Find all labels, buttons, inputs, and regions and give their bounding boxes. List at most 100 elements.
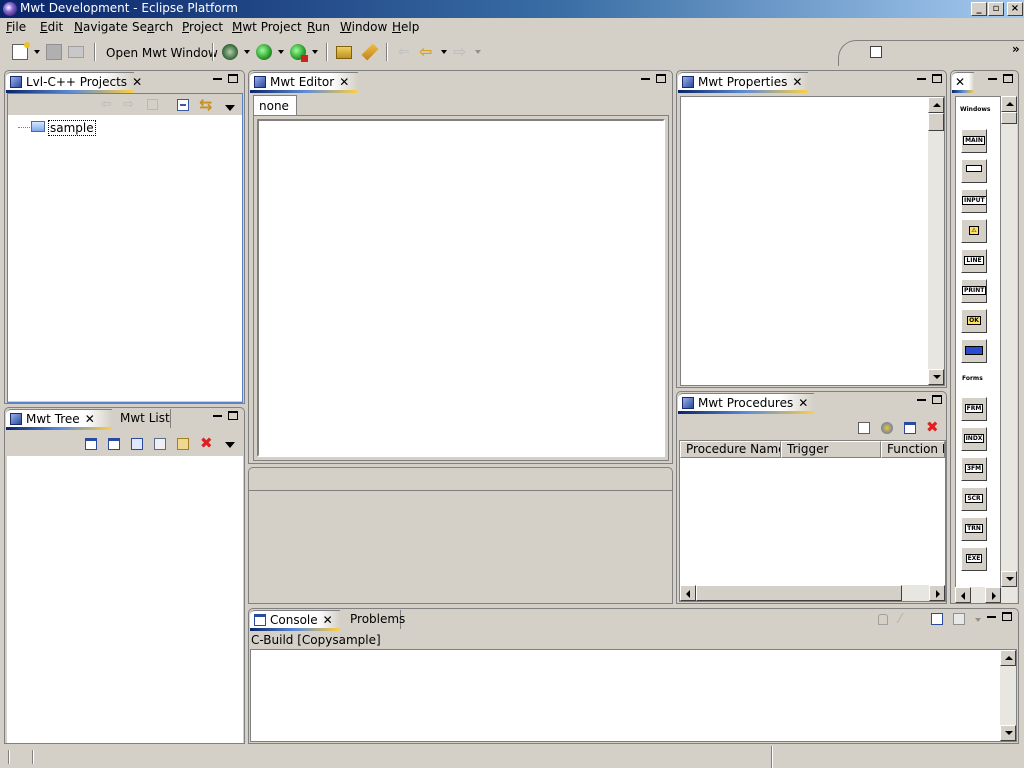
toolbar-overflow-icon[interactable]: »	[1012, 42, 1020, 56]
palette-item-scr[interactable]: SCR	[961, 487, 987, 511]
scroll-up-button[interactable]	[1000, 650, 1016, 666]
restore-window-button[interactable]: ▫	[988, 2, 1004, 16]
delete-icon[interactable]: ✖	[200, 434, 213, 452]
palette-item-main[interactable]: MAIN	[961, 129, 987, 153]
editor-canvas[interactable]	[257, 119, 665, 457]
scroll-right-button[interactable]	[929, 585, 945, 601]
close-tab-icon[interactable]: ✕	[323, 613, 333, 627]
nav-forward-icon[interactable]: ⇨	[123, 97, 134, 112]
editor-inner-tab-none[interactable]: none	[253, 95, 297, 116]
minimize-view-icon[interactable]	[988, 78, 997, 80]
tab-mwt-tree[interactable]: Mwt Tree ✕	[6, 409, 112, 430]
close-tab-icon[interactable]: ✕	[85, 412, 95, 426]
menu-search[interactable]: Search	[132, 20, 173, 34]
palette-item-bar[interactable]: BAR	[961, 339, 987, 363]
run-icon[interactable]	[256, 44, 272, 60]
properties-scrollbar[interactable]	[928, 97, 944, 385]
maximize-view-icon[interactable]	[1003, 74, 1013, 83]
palette-item-3fm[interactable]: 3FM	[961, 457, 987, 481]
column-function-name[interactable]: Function Na	[881, 441, 945, 458]
collapse-all-icon[interactable]	[177, 99, 189, 111]
minimize-view-icon[interactable]	[917, 78, 926, 80]
new-dropdown-icon[interactable]	[34, 50, 40, 54]
minimize-view-icon[interactable]	[213, 78, 222, 80]
palette-item-warning[interactable]: ⚠	[961, 219, 987, 243]
display-console-icon[interactable]	[953, 613, 965, 625]
tab-projects[interactable]: Lvl-C++ Projects ✕	[6, 72, 142, 93]
menu-navigate[interactable]: Navigate	[74, 20, 128, 34]
maximize-view-icon[interactable]	[228, 411, 238, 420]
nav-up-icon[interactable]	[147, 99, 158, 110]
console-output[interactable]	[250, 649, 1017, 742]
palette-item-frm[interactable]: FRM	[961, 397, 987, 421]
new-window-icon[interactable]	[85, 438, 97, 450]
close-tab-icon[interactable]: ✕	[339, 75, 349, 89]
maximize-view-icon[interactable]	[1002, 612, 1012, 621]
new-form-icon[interactable]	[108, 438, 120, 450]
palette-item-print[interactable]: PRINT	[961, 279, 987, 303]
close-tab-icon[interactable]: ✕	[955, 75, 965, 89]
palette-hscrollbar[interactable]	[955, 587, 1017, 603]
procedures-hscrollbar[interactable]	[680, 585, 945, 601]
console-dropdown-icon[interactable]	[975, 618, 981, 622]
delete-procedure-icon[interactable]: ✖	[926, 418, 939, 436]
column-procedure-name[interactable]: Procedure Name	[680, 441, 781, 458]
palette-item-exe[interactable]: EXE	[961, 547, 987, 571]
new-procedure-icon[interactable]	[858, 422, 870, 434]
hscroll-thumb[interactable]	[696, 585, 902, 601]
scroll-thumb[interactable]	[928, 113, 944, 131]
tab-mwt-editor[interactable]: Mwt Editor ✕	[250, 72, 358, 93]
run-dropdown-icon[interactable]	[278, 50, 284, 54]
close-tab-icon[interactable]: ✕	[798, 396, 808, 410]
scroll-left-button[interactable]	[955, 587, 971, 603]
maximize-view-icon[interactable]	[228, 74, 238, 83]
minimize-window-button[interactable]: _	[971, 2, 987, 16]
scroll-down-button[interactable]	[1001, 571, 1017, 587]
clear-console-icon[interactable]: ⁄	[899, 612, 901, 627]
palette-item-blank[interactable]	[961, 159, 987, 183]
tree-structure-icon[interactable]	[131, 438, 143, 450]
menu-file[interactable]: File	[6, 20, 26, 34]
pen-icon[interactable]	[361, 43, 379, 61]
scroll-left-button[interactable]	[680, 585, 696, 601]
menu-edit[interactable]: Edit	[40, 20, 63, 34]
scroll-thumb[interactable]	[1001, 112, 1017, 124]
scroll-right-button[interactable]	[985, 587, 1001, 603]
minimize-view-icon[interactable]	[917, 399, 926, 401]
minimize-view-icon[interactable]	[641, 78, 650, 80]
forward-arrow-icon[interactable]: ⇨	[453, 42, 466, 61]
close-tab-icon[interactable]: ✕	[132, 75, 142, 89]
tab-mwt-procedures[interactable]: Mwt Procedures ✕	[678, 393, 814, 414]
back-dropdown-icon[interactable]	[441, 50, 447, 54]
back-arrow-icon[interactable]: ⇦	[419, 42, 432, 61]
view-menu-icon[interactable]	[225, 105, 235, 111]
save-icon[interactable]	[46, 44, 62, 60]
palette-item-line[interactable]: LINE	[961, 249, 987, 273]
tab-mwt-list[interactable]: Mwt List	[115, 409, 171, 428]
menu-help[interactable]: Help	[392, 20, 419, 34]
tab-mwt-properties[interactable]: Mwt Properties ✕	[678, 72, 808, 93]
open-procedure-icon[interactable]	[904, 422, 916, 434]
console-scrollbar[interactable]	[1000, 650, 1016, 741]
forward-dropdown-icon[interactable]	[475, 50, 481, 54]
scroll-down-button[interactable]	[928, 369, 944, 385]
open-perspective-icon[interactable]	[870, 46, 882, 58]
copy-icon[interactable]	[154, 438, 166, 450]
debug-dropdown-icon[interactable]	[244, 50, 250, 54]
pin-console-icon[interactable]	[931, 613, 943, 625]
tab-palette[interactable]: ✕	[952, 72, 974, 93]
tree-item-sample[interactable]: sample	[48, 120, 96, 136]
debug-icon[interactable]	[222, 44, 238, 60]
menu-mwt-project[interactable]: Mwt Project	[232, 20, 302, 34]
nav-back-icon[interactable]: ⇦	[101, 97, 112, 112]
palette-item-trn[interactable]: TRN	[961, 517, 987, 541]
view-menu-icon[interactable]	[225, 442, 235, 448]
paste-icon[interactable]	[177, 438, 189, 450]
scroll-up-button[interactable]	[1001, 96, 1017, 112]
refresh-procedure-icon[interactable]	[881, 422, 893, 434]
open-mwt-window-button[interactable]: Open Mwt Window	[106, 46, 218, 60]
menu-window[interactable]: Window	[340, 20, 387, 34]
external-tools-dropdown-icon[interactable]	[312, 50, 318, 54]
column-trigger[interactable]: Trigger	[781, 441, 881, 458]
scroll-down-button[interactable]	[1000, 725, 1016, 741]
